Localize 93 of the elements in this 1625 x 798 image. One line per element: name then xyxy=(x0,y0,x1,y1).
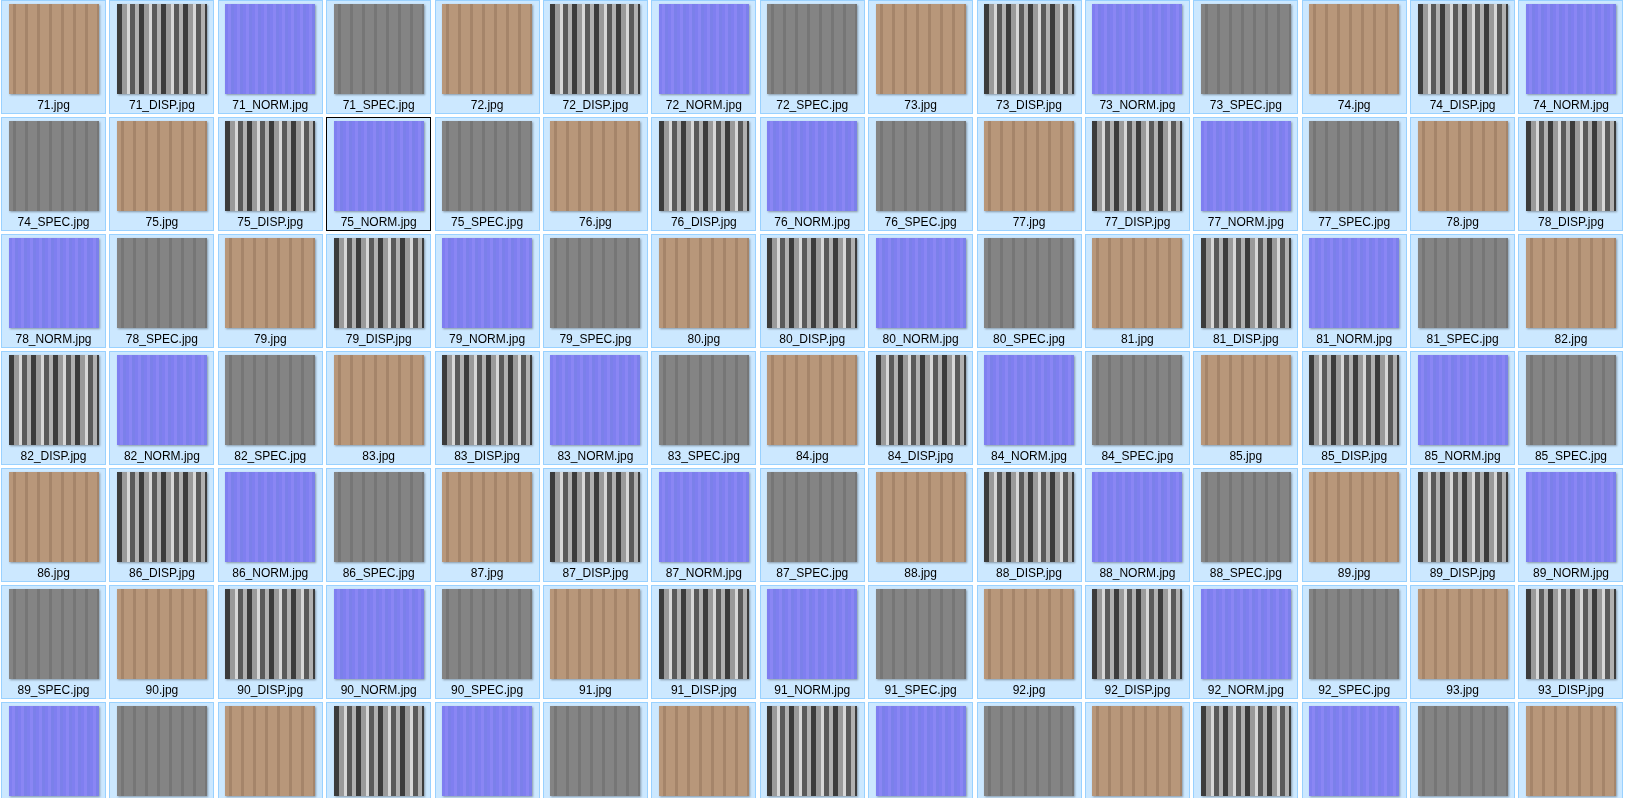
file-item[interactable]: 86.jpg xyxy=(1,468,106,582)
file-item[interactable]: 87_NORM.jpg xyxy=(651,468,757,582)
file-item[interactable]: 74_SPEC.jpg xyxy=(1,117,106,231)
file-item[interactable]: 90_SPEC.jpg xyxy=(434,585,540,699)
file-item[interactable]: 79_DISP.jpg xyxy=(326,234,432,348)
file-item[interactable]: 83_NORM.jpg xyxy=(542,351,648,465)
file-item[interactable]: 75_DISP.jpg xyxy=(217,117,323,231)
file-item[interactable]: 84_DISP.jpg xyxy=(868,351,974,465)
file-item[interactable]: 92_NORM.jpg xyxy=(1193,585,1299,699)
file-item[interactable] xyxy=(1193,702,1299,798)
file-item[interactable]: 79.jpg xyxy=(217,234,323,348)
file-item[interactable]: 76.jpg xyxy=(542,117,648,231)
file-item[interactable]: 90.jpg xyxy=(109,585,215,699)
file-item[interactable]: 77.jpg xyxy=(976,117,1082,231)
file-item[interactable]: 89_DISP.jpg xyxy=(1410,468,1516,582)
file-item[interactable]: 71_DISP.jpg xyxy=(109,0,215,114)
file-item[interactable]: 93_DISP.jpg xyxy=(1518,585,1624,699)
file-item[interactable]: 75_SPEC.jpg xyxy=(434,117,540,231)
file-item[interactable]: 78_NORM.jpg xyxy=(1,234,106,348)
file-item[interactable]: 82_DISP.jpg xyxy=(1,351,106,465)
file-item[interactable]: 82_NORM.jpg xyxy=(109,351,215,465)
file-item[interactable]: 91_DISP.jpg xyxy=(651,585,757,699)
file-item[interactable]: 88_SPEC.jpg xyxy=(1193,468,1299,582)
file-item[interactable]: 72_NORM.jpg xyxy=(651,0,757,114)
file-item[interactable]: 74_NORM.jpg xyxy=(1518,0,1624,114)
file-item[interactable]: 73_DISP.jpg xyxy=(976,0,1082,114)
file-item[interactable]: 87_DISP.jpg xyxy=(542,468,648,582)
file-item[interactable]: 82.jpg xyxy=(1518,234,1624,348)
file-item[interactable]: 85.jpg xyxy=(1193,351,1299,465)
file-item[interactable]: 71.jpg xyxy=(1,0,106,114)
file-item[interactable]: 76_DISP.jpg xyxy=(651,117,757,231)
file-item[interactable]: 73_NORM.jpg xyxy=(1084,0,1190,114)
file-item[interactable]: 71_SPEC.jpg xyxy=(326,0,432,114)
file-item[interactable]: 79_NORM.jpg xyxy=(434,234,540,348)
file-item[interactable]: 93.jpg xyxy=(1410,585,1516,699)
file-item[interactable]: 81.jpg xyxy=(1084,234,1190,348)
file-item[interactable]: 89_NORM.jpg xyxy=(1518,468,1624,582)
file-item[interactable]: 88_DISP.jpg xyxy=(976,468,1082,582)
file-item[interactable]: 83.jpg xyxy=(326,351,432,465)
file-item[interactable]: 72.jpg xyxy=(434,0,540,114)
file-item[interactable]: 72_SPEC.jpg xyxy=(759,0,865,114)
file-item[interactable]: 86_NORM.jpg xyxy=(217,468,323,582)
file-item[interactable]: 77_NORM.jpg xyxy=(1193,117,1299,231)
file-item[interactable]: 78_DISP.jpg xyxy=(1518,117,1624,231)
file-item[interactable]: 71_NORM.jpg xyxy=(217,0,323,114)
file-item[interactable]: 79_SPEC.jpg xyxy=(542,234,648,348)
file-item[interactable]: 77_SPEC.jpg xyxy=(1301,117,1407,231)
file-item[interactable]: 76_NORM.jpg xyxy=(759,117,865,231)
file-item[interactable]: 73_SPEC.jpg xyxy=(1193,0,1299,114)
file-item[interactable]: 86_SPEC.jpg xyxy=(326,468,432,582)
file-item[interactable]: 75.jpg xyxy=(109,117,215,231)
file-item[interactable]: 89_SPEC.jpg xyxy=(1,585,106,699)
file-item[interactable]: 83_SPEC.jpg xyxy=(651,351,757,465)
file-item[interactable]: 81_SPEC.jpg xyxy=(1410,234,1516,348)
file-item[interactable]: 84_NORM.jpg xyxy=(976,351,1082,465)
file-item[interactable]: 83_DISP.jpg xyxy=(434,351,540,465)
file-item[interactable]: 87.jpg xyxy=(434,468,540,582)
file-item[interactable]: 78_SPEC.jpg xyxy=(109,234,215,348)
file-item[interactable] xyxy=(759,702,865,798)
file-item[interactable]: 74_DISP.jpg xyxy=(1410,0,1516,114)
file-item[interactable]: 91_SPEC.jpg xyxy=(868,585,974,699)
file-item[interactable]: 85_SPEC.jpg xyxy=(1518,351,1624,465)
file-item[interactable]: 87_SPEC.jpg xyxy=(759,468,865,582)
file-item[interactable]: 88_NORM.jpg xyxy=(1084,468,1190,582)
file-item[interactable]: 74.jpg xyxy=(1301,0,1407,114)
file-item[interactable]: 92_SPEC.jpg xyxy=(1301,585,1407,699)
file-item[interactable]: 92.jpg xyxy=(976,585,1082,699)
file-item[interactable]: 90_NORM.jpg xyxy=(326,585,432,699)
file-item[interactable]: 77_DISP.jpg xyxy=(1084,117,1190,231)
file-item[interactable]: 78.jpg xyxy=(1410,117,1516,231)
file-item[interactable]: 90_DISP.jpg xyxy=(217,585,323,699)
file-item[interactable]: 81_DISP.jpg xyxy=(1193,234,1299,348)
file-item[interactable]: 91.jpg xyxy=(542,585,648,699)
file-item[interactable]: 80_NORM.jpg xyxy=(868,234,974,348)
file-item[interactable]: 84.jpg xyxy=(759,351,865,465)
file-item[interactable]: 76_SPEC.jpg xyxy=(868,117,974,231)
file-item[interactable]: 81_NORM.jpg xyxy=(1301,234,1407,348)
file-item[interactable]: 91_NORM.jpg xyxy=(759,585,865,699)
file-item[interactable]: 75_NORM.jpg xyxy=(326,117,432,231)
file-item[interactable]: 85_DISP.jpg xyxy=(1301,351,1407,465)
file-item[interactable]: 86_DISP.jpg xyxy=(109,468,215,582)
file-item[interactable]: 92_DISP.jpg xyxy=(1084,585,1190,699)
file-item[interactable]: 88.jpg xyxy=(868,468,974,582)
file-item[interactable]: 80_DISP.jpg xyxy=(759,234,865,348)
file-item[interactable]: 82_SPEC.jpg xyxy=(217,351,323,465)
file-item[interactable]: 73.jpg xyxy=(868,0,974,114)
file-item[interactable]: 84_SPEC.jpg xyxy=(1084,351,1190,465)
file-item[interactable]: 80_SPEC.jpg xyxy=(976,234,1082,348)
file-item[interactable]: 89.jpg xyxy=(1301,468,1407,582)
file-item[interactable]: 80.jpg xyxy=(651,234,757,348)
file-item[interactable] xyxy=(326,702,432,798)
file-item[interactable]: 72_DISP.jpg xyxy=(542,0,648,114)
file-item[interactable]: 85_NORM.jpg xyxy=(1410,351,1516,465)
